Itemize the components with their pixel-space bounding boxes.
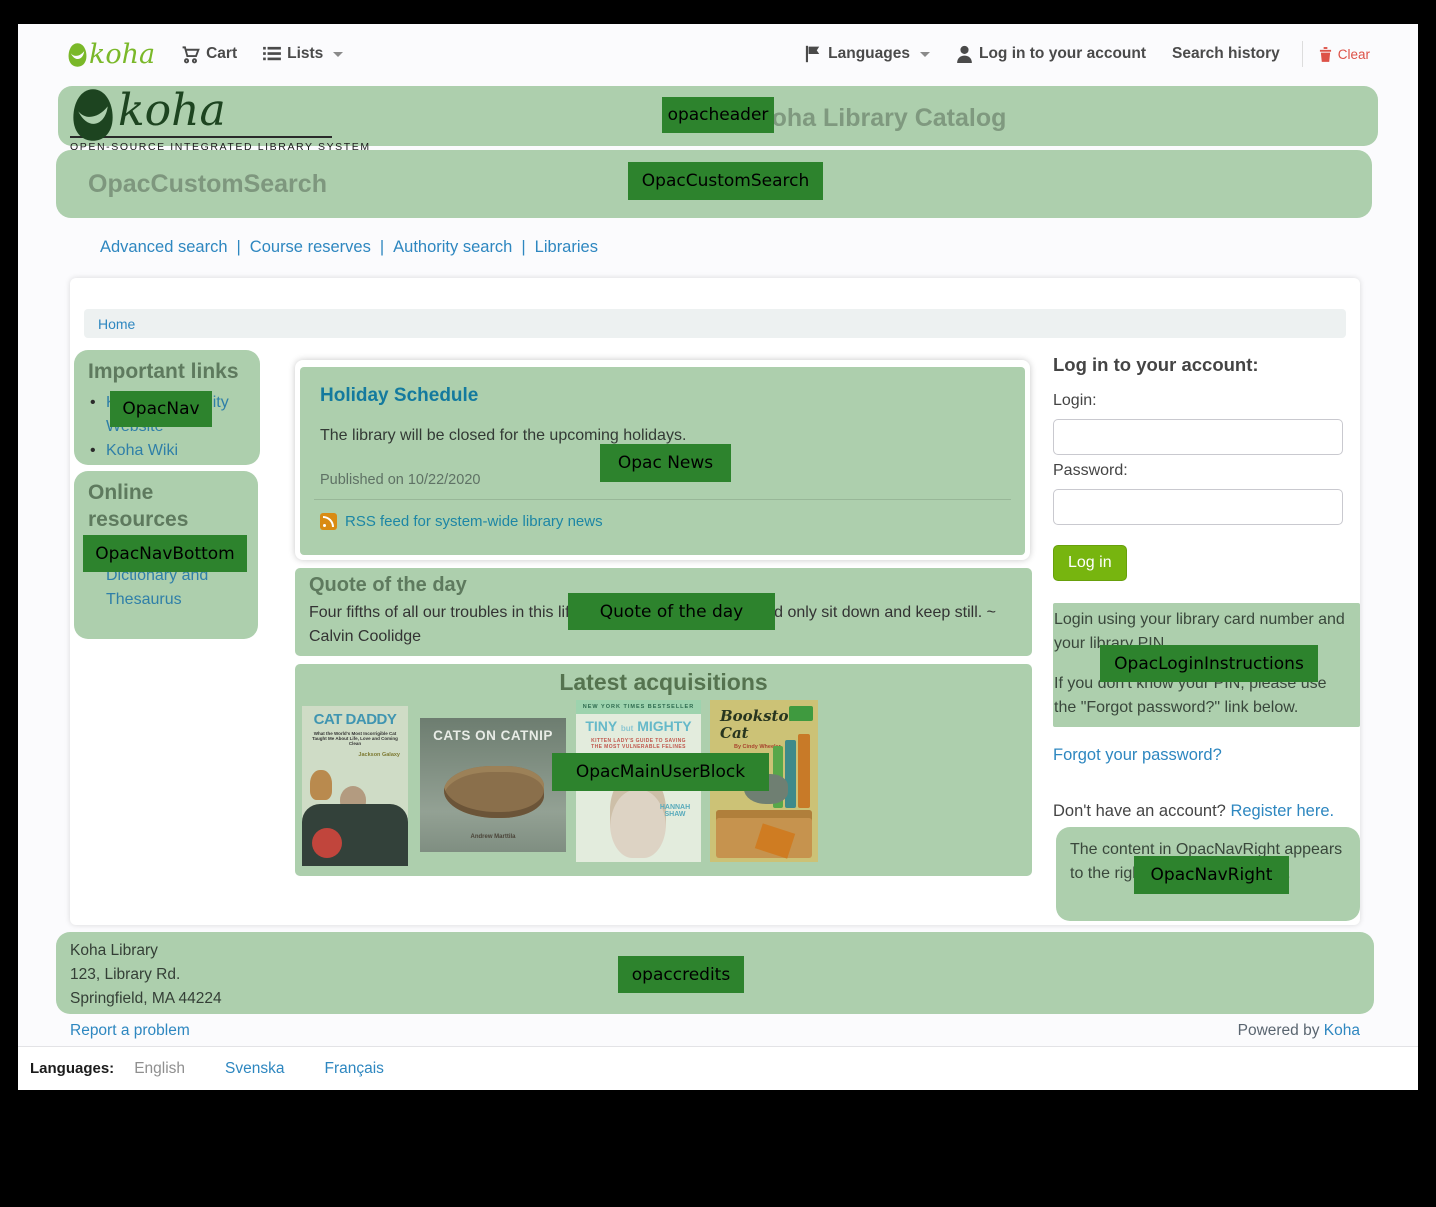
lists-icon: [263, 46, 281, 62]
koha-leaf-icon: [70, 88, 116, 142]
annotation-quote-of-the-day: Quote of the day: [568, 593, 775, 630]
languages-label: Languages: [828, 45, 910, 63]
annotation-opaccredits: opaccredits: [618, 956, 744, 993]
cart-label: Cart: [206, 45, 237, 63]
languages-dropdown[interactable]: Languages: [805, 45, 930, 63]
powered-by: Powered by Koha: [1238, 1022, 1360, 1040]
annotation-opacnav: OpacNav: [110, 391, 212, 427]
sticker-badge: [312, 828, 342, 858]
breadcrumb: Home: [84, 309, 1346, 338]
search-history-label: Search history: [1172, 45, 1280, 63]
login-link[interactable]: Log in to your account: [956, 45, 1146, 63]
annotation-opacheader: opacheader: [662, 97, 774, 133]
brand-text: koha: [89, 41, 155, 68]
cat-illustration: [310, 770, 332, 800]
annotation-opac-news: Opac News: [600, 444, 731, 482]
news-divider: [314, 499, 1011, 500]
annotation-opacnavright: OpacNavRight: [1134, 856, 1289, 894]
link-separator: |: [380, 238, 384, 256]
language-bar: Languages: English Svenska Français: [18, 1046, 1418, 1090]
annotation-opacnavbottom: OpacNavBottom: [83, 535, 247, 572]
news-title: Holiday Schedule: [320, 385, 1005, 407]
language-link-svenska[interactable]: Svenska: [225, 1060, 284, 1078]
register-prefix: Don't have an account?: [1053, 802, 1230, 820]
book-author: Jackson Galaxy: [310, 752, 400, 758]
flag-icon: [805, 45, 822, 63]
login-field-label: Login:: [1053, 392, 1345, 410]
language-link-francais[interactable]: Français: [324, 1060, 383, 1078]
advanced-search-link[interactable]: Advanced search: [100, 238, 228, 256]
annotation-opaclogininstructions: OpacLoginInstructions: [1100, 645, 1318, 682]
book-title: CAT DADDY: [302, 711, 408, 728]
book-illustration: [785, 740, 796, 808]
book-cover-cat-daddy[interactable]: CAT DADDY What the World's Most Incorrig…: [302, 706, 408, 866]
search-history-link[interactable]: Search history: [1172, 45, 1280, 63]
breadcrumb-home-link[interactable]: Home: [98, 316, 135, 332]
custom-search-label: OpacCustomSearch: [88, 170, 327, 199]
koha-leaf-icon: [68, 42, 87, 68]
koha-wiki-link[interactable]: Koha Wiki: [106, 442, 178, 459]
clear-button[interactable]: Clear: [1319, 47, 1370, 62]
book-author: Andrew Marttila: [420, 834, 566, 840]
rss-icon: [320, 513, 337, 530]
lists-label: Lists: [287, 45, 323, 63]
koha-link[interactable]: Koha: [1324, 1022, 1360, 1039]
cart-button[interactable]: Cart: [181, 45, 237, 64]
report-problem-link[interactable]: Report a problem: [70, 1022, 190, 1040]
news-body: The library will be closed for the upcom…: [320, 427, 1005, 445]
book-title: CATS ON CATNIP: [420, 728, 566, 743]
password-input[interactable]: [1053, 489, 1343, 525]
annotation-opaccustomsearch: OpacCustomSearch: [628, 162, 823, 200]
top-navbar: koha Cart Lists Languages Log in to your…: [18, 24, 1418, 84]
search-links-row: Advanced search | Course reserves | Authorit…: [100, 238, 598, 257]
koha-navbar-logo[interactable]: koha: [68, 41, 155, 68]
course-reserves-link[interactable]: Course reserves: [250, 238, 371, 256]
navbar-divider: [1302, 41, 1303, 67]
cart-icon: [181, 45, 200, 64]
book-subtitle: KITTEN LADY'S GUIDE TO SAVING THE MOST V…: [586, 738, 691, 750]
rss-feed-link[interactable]: RSS feed for system-wide library news: [345, 513, 603, 530]
language-current-english[interactable]: English: [134, 1060, 185, 1078]
list-item: Koha Wiki: [88, 439, 260, 463]
book-illustration: [798, 734, 810, 808]
link-separator: |: [521, 238, 525, 256]
book-title: TINY: [585, 718, 617, 734]
libraries-link[interactable]: Libraries: [535, 238, 598, 256]
link-separator: |: [237, 238, 241, 256]
koha-header-logo: koha OPEN-SOURCE INTEGRATED LIBRARY SYST…: [70, 86, 332, 153]
clear-label: Clear: [1338, 47, 1370, 62]
password-field-label: Password:: [1053, 462, 1345, 480]
step-reading-badge: [789, 706, 813, 721]
trash-icon: [1319, 47, 1332, 62]
book-cover-cats-on-catnip[interactable]: CATS ON CATNIP Andrew Marttila: [420, 718, 566, 852]
opacnav-heading: Important links: [88, 358, 260, 385]
book-title: but: [621, 724, 633, 733]
acquisitions-heading: Latest acquisitions: [295, 669, 1032, 696]
book-author: HANNAH SHAW: [655, 804, 695, 818]
book-title: MIGHTY: [637, 718, 691, 734]
forgot-password-link[interactable]: Forgot your password?: [1053, 746, 1222, 765]
annotation-opacmainuserblock: OpacMainUserBlock: [552, 753, 769, 791]
login-heading: Log in to your account:: [1053, 354, 1345, 376]
login-form: Log in to your account: Login: Password:…: [1053, 354, 1345, 581]
login-input[interactable]: [1053, 419, 1343, 455]
opacnavbottom-heading: Online resources: [88, 479, 258, 534]
header-logo-text: koha: [118, 90, 226, 132]
authority-search-link[interactable]: Authority search: [393, 238, 512, 256]
powered-prefix: Powered by: [1238, 1022, 1324, 1039]
login-label: Log in to your account: [979, 45, 1146, 63]
chevron-down-icon: [920, 52, 930, 57]
user-icon: [956, 45, 973, 63]
opac-page: koha Cart Lists Languages Log in to your…: [18, 24, 1418, 1090]
cat-illustration: [444, 766, 544, 818]
chevron-down-icon: [333, 52, 343, 57]
log-in-button[interactable]: Log in: [1053, 545, 1127, 581]
register-here-link[interactable]: Register here.: [1230, 802, 1334, 820]
bestseller-banner: NEW YORK TIMES BESTSELLER: [576, 700, 701, 714]
lists-dropdown[interactable]: Lists: [263, 45, 343, 63]
book-subtitle: What the World's Most Incorrigible Cat T…: [308, 731, 402, 746]
languages-bar-label: Languages:: [30, 1060, 114, 1077]
register-row: Don't have an account? Register here.: [1053, 802, 1334, 821]
